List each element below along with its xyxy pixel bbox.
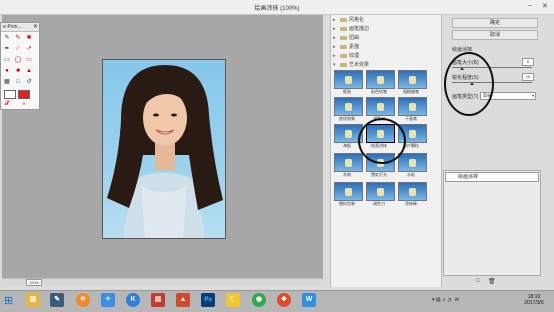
- grid-icon[interactable]: ▦: [3, 78, 11, 86]
- filter-thumb-label: 粗糙蜡笔: [403, 89, 419, 94]
- zoom-bar: 100%: [2, 278, 323, 286]
- filter-thumb[interactable]: [398, 97, 427, 116]
- category-texture[interactable]: ▸ 纹理: [333, 53, 433, 60]
- category-distort[interactable]: ▸ 扭曲: [333, 35, 433, 42]
- highlight-ellipse: [358, 118, 406, 164]
- filter-thumb-label: 壁画: [343, 89, 351, 94]
- filter-thumb[interactable]: [334, 153, 363, 172]
- chevron-right-icon: ▸: [333, 17, 336, 23]
- filter-thumb[interactable]: [334, 182, 363, 201]
- save-icon[interactable]: □: [14, 78, 22, 86]
- folder-icon: [340, 62, 347, 67]
- clock[interactable]: 18:10 2017/3/6: [518, 294, 550, 306]
- category-brush-strokes[interactable]: ▸ 画笔描边: [333, 26, 433, 33]
- undo-icon[interactable]: ↺: [25, 78, 33, 86]
- minimize-icon[interactable]: –: [528, 2, 532, 9]
- windows-start-icon[interactable]: ⊞: [4, 294, 13, 307]
- filter-thumb-label: 干画笔: [405, 116, 417, 121]
- filter-thumb-label: 塑料包装: [339, 201, 355, 206]
- color-swatch[interactable]: [18, 90, 30, 99]
- category-stylize[interactable]: ▸ 风格化: [333, 17, 433, 24]
- brush-icon[interactable]: ✒: [3, 45, 11, 53]
- folder-icon: [340, 53, 347, 58]
- folder-icon: [340, 35, 347, 40]
- text-tool-icon[interactable]: 𝓣: [3, 100, 11, 108]
- highlight-icon[interactable]: ▲: [25, 67, 33, 75]
- chevron-down-icon: ▾: [333, 62, 336, 68]
- marker-icon[interactable]: ✎: [14, 34, 22, 42]
- palette-close-icon[interactable]: ✕: [33, 23, 38, 30]
- woman-portrait-illustration: [107, 65, 223, 238]
- filter-thumb-label: 水彩: [407, 172, 415, 177]
- pin-icon[interactable]: ▲: [176, 293, 190, 307]
- folder-icon: [340, 26, 347, 31]
- ok-button[interactable]: 确定: [452, 18, 538, 28]
- clock-date: 2017/3/6: [524, 300, 544, 306]
- filter-thumb[interactable]: [398, 153, 427, 172]
- filter-thumb[interactable]: [398, 182, 427, 201]
- close-icon[interactable]: ✕: [542, 2, 548, 10]
- folder-icon: [340, 44, 347, 49]
- pen-icon[interactable]: ✎: [50, 293, 64, 307]
- effect-layer-item[interactable]: 绘画涂抹: [445, 172, 539, 182]
- filter-thumb-label: 霓虹灯光: [371, 172, 387, 177]
- stroke-size-select[interactable]: [4, 90, 16, 99]
- cancel-button[interactable]: 取消: [452, 30, 538, 40]
- file-explorer-icon[interactable]: ▤: [26, 293, 40, 307]
- filter-thumb-label: 木刻: [343, 172, 351, 177]
- brush-size-input[interactable]: 6: [522, 58, 534, 66]
- effect-layers-list: [443, 170, 541, 276]
- chevron-right-icon: ▸: [333, 44, 336, 50]
- eraser-icon[interactable]: ▭: [3, 56, 11, 64]
- filter-thumb[interactable]: [334, 97, 363, 116]
- photoshop-icon[interactable]: Ps: [201, 293, 215, 307]
- new-layer-icon[interactable]: □: [476, 278, 480, 284]
- chevron-right-icon: ▸: [333, 26, 336, 32]
- filter-thumb[interactable]: [334, 70, 363, 89]
- stamp-icon[interactable]: ✱: [25, 34, 33, 42]
- trash-icon[interactable]: 🗑: [488, 278, 496, 285]
- arrow-icon[interactable]: ↗: [25, 45, 33, 53]
- rect-tool-icon[interactable]: ▭: [25, 56, 33, 64]
- tray-icons[interactable]: ▾ ▤ ♫ 🔊 ✉: [432, 297, 459, 303]
- chevron-right-icon: ▸: [333, 35, 336, 41]
- filter-thumb[interactable]: [398, 70, 427, 89]
- epoint-palette: e-Poin... ✕ ✎ ✎ ✱ ✒ ∕ ↗ ▭ ◯ ▭ ● ■ ▲ ▦ □ …: [0, 22, 40, 110]
- chrome-icon[interactable]: ◉: [252, 293, 266, 307]
- pencil-icon[interactable]: ✎: [3, 34, 11, 42]
- window-title: 绘画涂抹 (100%): [254, 6, 300, 12]
- clear-tool-icon[interactable]: ✕: [14, 100, 34, 108]
- filled-ellipse-icon[interactable]: ●: [3, 67, 11, 75]
- ellipse-tool-icon[interactable]: ◯: [14, 56, 22, 64]
- wallpaper-icon[interactable]: ☀: [76, 293, 90, 307]
- filter-thumb[interactable]: [366, 182, 395, 201]
- title-bar: 绘画涂抹 (100%) – ✕: [0, 0, 554, 15]
- k-icon[interactable]: K: [126, 293, 140, 307]
- filter-thumb-label: 调色刀: [373, 201, 385, 206]
- preview-image: [102, 59, 226, 239]
- folder-icon: [340, 17, 347, 22]
- filter-thumb[interactable]: [366, 97, 395, 116]
- filter-thumb-label: 彩色铅笔: [371, 89, 387, 94]
- category-sketch[interactable]: ▸ 素描: [333, 44, 433, 51]
- chevron-down-icon: ▾: [531, 93, 534, 98]
- chevron-right-icon: ▸: [333, 53, 336, 59]
- filter-thumb-label: 底纹效果: [339, 116, 355, 121]
- bird-icon[interactable]: ✧: [101, 293, 115, 307]
- sharpness-input[interactable]: 10: [522, 73, 534, 81]
- w-icon[interactable]: W: [302, 293, 316, 307]
- document-icon[interactable]: ▤: [151, 293, 165, 307]
- banana-icon[interactable]: ☾: [226, 293, 240, 307]
- line-icon[interactable]: ∕: [14, 45, 22, 53]
- zoom-value[interactable]: 100%: [26, 279, 42, 286]
- compass-icon[interactable]: ❖: [277, 293, 291, 307]
- filled-rect-icon[interactable]: ■: [14, 67, 22, 75]
- category-artistic[interactable]: ▾ 艺术效果: [333, 62, 433, 69]
- filter-thumb[interactable]: [366, 70, 395, 89]
- settings-highlight-ellipse: [444, 52, 494, 116]
- filter-thumb-label: 涂抹棒: [405, 201, 417, 206]
